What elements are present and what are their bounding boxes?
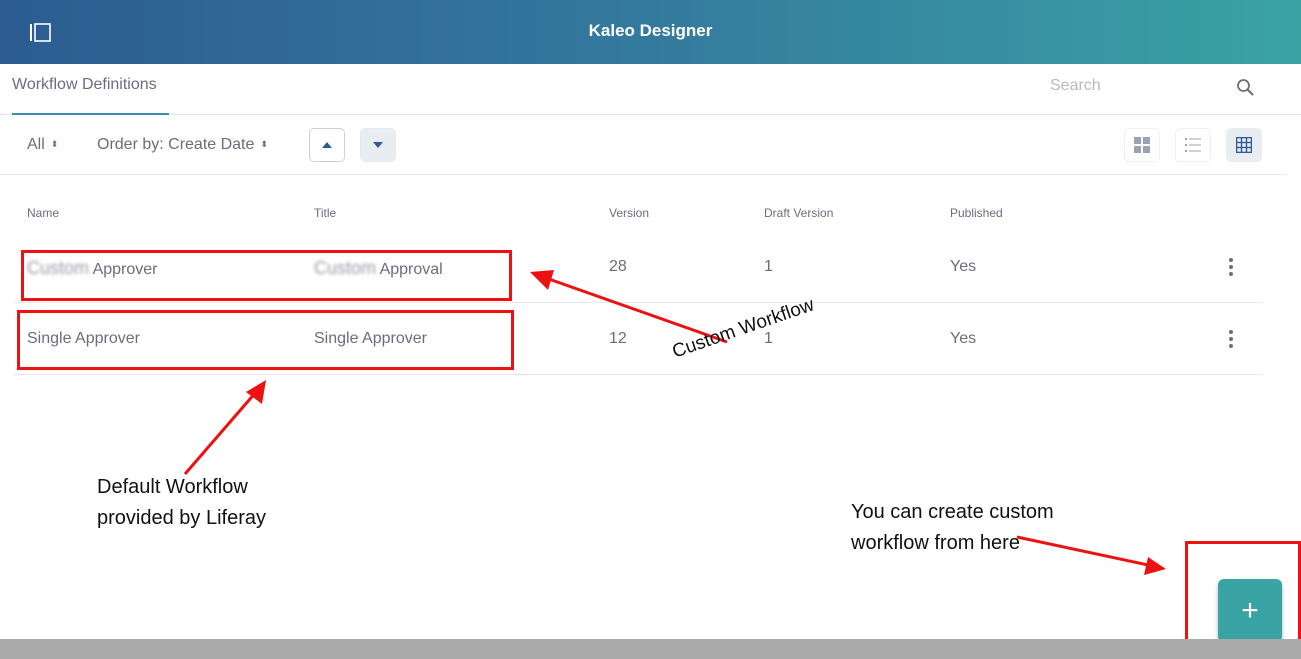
column-header-name[interactable]: Name: [27, 206, 59, 220]
view-table-button[interactable]: [1226, 128, 1262, 162]
column-header-draft-version[interactable]: Draft Version: [764, 206, 833, 220]
annotation-default-line1: Default Workflow: [97, 476, 248, 498]
kebab-menu-icon[interactable]: [1226, 257, 1236, 277]
kebab-menu-icon[interactable]: [1226, 329, 1236, 349]
cell-version: 12: [609, 330, 627, 347]
order-by-dropdown[interactable]: Order by: Create Date ⬍: [97, 136, 268, 154]
table-icon: [1236, 137, 1252, 153]
column-header-version[interactable]: Version: [609, 206, 649, 220]
sort-descending-button[interactable]: [360, 128, 396, 162]
view-list-button[interactable]: [1175, 128, 1211, 162]
caret-up-icon: [322, 142, 332, 148]
view-cards-button[interactable]: [1124, 128, 1160, 162]
bottom-bar: [0, 639, 1301, 659]
annotation-create-line1: You can create custom: [851, 501, 1054, 523]
cell-published: Yes: [950, 330, 977, 347]
order-by-label: Order by: Create Date: [97, 136, 255, 153]
annotation-default-line2: provided by Liferay: [97, 507, 266, 529]
column-header-title[interactable]: Title: [314, 206, 336, 220]
annotation-box-default: [17, 310, 514, 370]
cell-draft-version: 1: [764, 258, 773, 275]
caret-down-icon: [373, 142, 383, 148]
cell-published: Yes: [950, 258, 977, 275]
cards-icon: [1134, 137, 1150, 153]
column-header-published[interactable]: Published: [950, 206, 1003, 220]
management-bar: Workflow Definitions: [0, 64, 1301, 115]
add-workflow-button[interactable]: +: [1218, 579, 1282, 642]
sort-ascending-button[interactable]: [309, 128, 345, 162]
sort-caret-icon: ⬍: [260, 139, 268, 149]
search-input[interactable]: [1050, 74, 1220, 98]
app-header: Kaleo Designer: [0, 0, 1301, 64]
filter-toolbar: All ⬍ Order by: Create Date ⬍: [0, 115, 1287, 175]
plus-icon: +: [1241, 593, 1259, 627]
app-title: Kaleo Designer: [588, 21, 713, 40]
sort-caret-icon: ⬍: [50, 139, 59, 149]
cell-version: 28: [609, 258, 627, 275]
list-icon: [1185, 138, 1201, 152]
filter-dropdown[interactable]: All ⬍: [27, 136, 58, 154]
search-icon[interactable]: [1236, 78, 1254, 96]
filter-label: All: [27, 136, 45, 153]
annotation-box-custom: [21, 250, 512, 301]
annotation-create-line2: workflow from here: [851, 532, 1020, 554]
tab-workflow-definitions[interactable]: Workflow Definitions: [12, 76, 169, 115]
